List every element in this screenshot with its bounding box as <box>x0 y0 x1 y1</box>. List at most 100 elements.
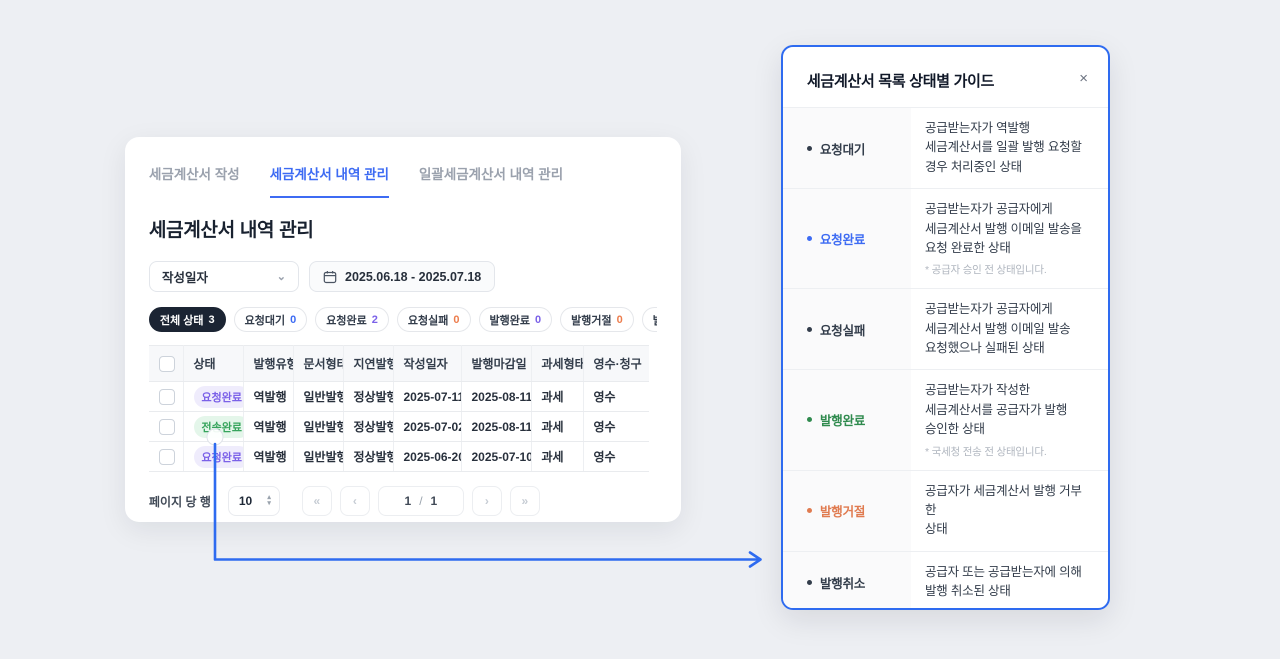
guide-status-label: 요청대기 <box>820 139 865 158</box>
chip-count: 0 <box>453 314 459 326</box>
close-icon[interactable]: × <box>1079 71 1088 86</box>
next-page-button[interactable]: › <box>472 486 502 516</box>
cell-late-issue: 정상발행 <box>343 442 393 472</box>
guide-desc: 공급받는자가 공급자에게 세금계산서 발행 이메일 발송을 요청 완료한 상태 <box>925 200 1090 258</box>
cell-create-date: 2025-06-20 <box>393 442 461 472</box>
guide-desc-cell: 공급받는자가 공급자에게 세금계산서 발행 이메일 발송을 요청 완료한 상태 … <box>911 189 1108 288</box>
row-checkbox[interactable] <box>159 419 175 435</box>
guide-title: 세금계산서 목록 상태별 가이드 <box>807 70 1086 91</box>
guide-label-cell: 발행완료 <box>783 370 911 469</box>
row-checkbox[interactable] <box>159 449 175 465</box>
guide-row-issue-canceled: 발행취소 공급자 또는 공급받는자에 의해 발행 취소된 상태 <box>783 551 1108 610</box>
row-checkbox[interactable] <box>159 389 175 405</box>
column-status: 상태 <box>183 346 243 382</box>
chip-count: 0 <box>617 314 623 326</box>
guide-label-cell: 요청실패 <box>783 289 911 369</box>
table-row[interactable]: 전송완료 역발행 일반발행 정상발행 2025-07-02 2025-08-11… <box>149 412 649 442</box>
guide-desc: 공급자 또는 공급받는자에 의해 발행 취소된 상태 <box>925 563 1090 602</box>
status-chip-request-complete[interactable]: 요청완료 2 <box>315 307 389 332</box>
guide-label-cell: 요청대기 <box>783 108 911 188</box>
status-chip-issue-rejected[interactable]: 발행거절 0 <box>560 307 634 332</box>
guide-label-cell: 발행거절 <box>783 471 911 551</box>
column-create-date: 작성일자 <box>393 346 461 382</box>
cell-doc-type: 일반발행 <box>293 382 343 412</box>
chevron-down-icon: ⌄ <box>277 270 286 283</box>
cell-create-date: 2025-07-11 <box>393 382 461 412</box>
guide-note: * 국세청 전송 전 상태입니다. <box>925 444 1090 459</box>
cell-issue-type: 역발행 <box>243 442 293 472</box>
first-page-button[interactable]: « <box>302 486 332 516</box>
invoice-table: 상태 발행유형 문서형태 지연발행 작성일자 발행마감일 과세형태 영수·청구 … <box>149 345 649 472</box>
chip-label: 요청대기 <box>245 312 285 328</box>
chip-label: 전체 상태 <box>160 312 204 328</box>
step-down-icon[interactable]: ▾ <box>267 501 271 507</box>
cell-doc-type: 일반발행 <box>293 442 343 472</box>
chip-count: 0 <box>290 314 296 326</box>
cell-receipt-claim: 영수 <box>583 412 649 442</box>
status-bullet <box>807 236 812 241</box>
status-bullet <box>807 146 812 151</box>
cell-doc-type: 일반발행 <box>293 412 343 442</box>
last-page-icon: » <box>522 494 529 508</box>
table-row[interactable]: 요청완료 역발행 일반발행 정상발행 2025-07-11 2025-08-11… <box>149 382 649 412</box>
status-bullet <box>807 417 812 422</box>
status-bullet <box>807 580 812 585</box>
next-page-icon: › <box>485 494 489 508</box>
filter-row: 작성일자 ⌄ 2025.06.18 - 2025.07.18 <box>149 261 657 292</box>
status-chip-issue-canceled[interactable]: 발행취소 0 <box>642 307 657 332</box>
guide-row-issue-rejected: 발행거절 공급자가 세금계산서 발행 거부한 상태 <box>783 470 1108 551</box>
status-filter-chips: 전체 상태 3 요청대기 0 요청완료 2 요청실패 0 발행완료 0 발행거절… <box>149 307 657 332</box>
cell-late-issue: 정상발행 <box>343 382 393 412</box>
date-field-dropdown[interactable]: 작성일자 ⌄ <box>149 261 299 292</box>
chip-label: 요청실패 <box>408 312 448 328</box>
chip-count: 0 <box>535 314 541 326</box>
guide-desc-cell: 공급받는자가 작성한 세금계산서를 공급자가 발행 승인한 상태 * 국세청 전… <box>911 370 1108 469</box>
column-receipt-claim: 영수·청구 <box>583 346 649 382</box>
cell-deadline: 2025-07-10 <box>461 442 531 472</box>
date-range-button[interactable]: 2025.06.18 - 2025.07.18 <box>309 261 495 292</box>
prev-page-button[interactable]: ‹ <box>340 486 370 516</box>
status-badge: 전송완료 <box>194 416 244 438</box>
status-chip-request-waiting[interactable]: 요청대기 0 <box>234 307 308 332</box>
guide-status-label: 발행완료 <box>820 410 865 429</box>
status-badge: 요청완료 <box>194 386 244 408</box>
date-range-value: 2025.06.18 - 2025.07.18 <box>345 270 481 284</box>
page-title: 세금계산서 내역 관리 <box>149 215 657 242</box>
cell-late-issue: 정상발행 <box>343 412 393 442</box>
guide-desc-cell: 공급자가 세금계산서 발행 거부한 상태 <box>911 471 1108 551</box>
guide-desc-cell: 공급받는자가 공급자에게 세금계산서 발행 이메일 발송 요청했으나 실패된 상… <box>911 289 1108 369</box>
guide-row-request-waiting: 요청대기 공급받는자가 역발행 세금계산서를 일괄 발행 요청할 경우 처리중인… <box>783 107 1108 188</box>
date-field-dropdown-value: 작성일자 <box>162 267 208 286</box>
status-chip-request-failed[interactable]: 요청실패 0 <box>397 307 471 332</box>
tab-invoice-create[interactable]: 세금계산서 작성 <box>149 163 240 198</box>
table-row[interactable]: 요청완료 역발행 일반발행 정상발행 2025-06-20 2025-07-10… <box>149 442 649 472</box>
column-deadline: 발행마감일 <box>461 346 531 382</box>
current-page: 1 <box>405 494 412 508</box>
chip-count: 3 <box>209 314 215 326</box>
first-page-icon: « <box>314 494 321 508</box>
select-all-checkbox[interactable] <box>159 356 175 372</box>
last-page-button[interactable]: » <box>510 486 540 516</box>
column-late-issue: 지연발행 <box>343 346 393 382</box>
guide-desc: 공급받는자가 역발행 세금계산서를 일괄 발행 요청할 경우 처리중인 상태 <box>925 119 1090 177</box>
status-chip-all[interactable]: 전체 상태 3 <box>149 307 226 332</box>
tab-invoice-history[interactable]: 세금계산서 내역 관리 <box>270 163 389 198</box>
guide-desc-cell: 공급자 또는 공급받는자에 의해 발행 취소된 상태 <box>911 552 1108 610</box>
arrowhead-icon <box>750 553 761 567</box>
guide-desc: 공급받는자가 공급자에게 세금계산서 발행 이메일 발송 요청했으나 실패된 상… <box>925 300 1090 358</box>
chip-label: 요청완료 <box>326 312 366 328</box>
chip-count: 2 <box>372 314 378 326</box>
status-chip-issue-complete[interactable]: 발행완료 0 <box>479 307 553 332</box>
rows-per-page-stepper[interactable]: 10 ▴ ▾ <box>228 486 280 516</box>
cell-create-date: 2025-07-02 <box>393 412 461 442</box>
prev-page-icon: ‹ <box>353 494 357 508</box>
column-issue-type: 발행유형 <box>243 346 293 382</box>
cell-issue-type: 역발행 <box>243 382 293 412</box>
chip-label: 발행거절 <box>571 312 611 328</box>
guide-status-label: 발행취소 <box>820 573 865 592</box>
cell-deadline: 2025-08-11 <box>461 412 531 442</box>
status-badge[interactable]: 요청완료 <box>194 446 244 468</box>
rows-per-page-value: 10 <box>239 494 252 508</box>
guide-label-cell: 발행취소 <box>783 552 911 610</box>
tab-bulk-invoice-history[interactable]: 일괄세금계산서 내역 관리 <box>419 163 563 198</box>
